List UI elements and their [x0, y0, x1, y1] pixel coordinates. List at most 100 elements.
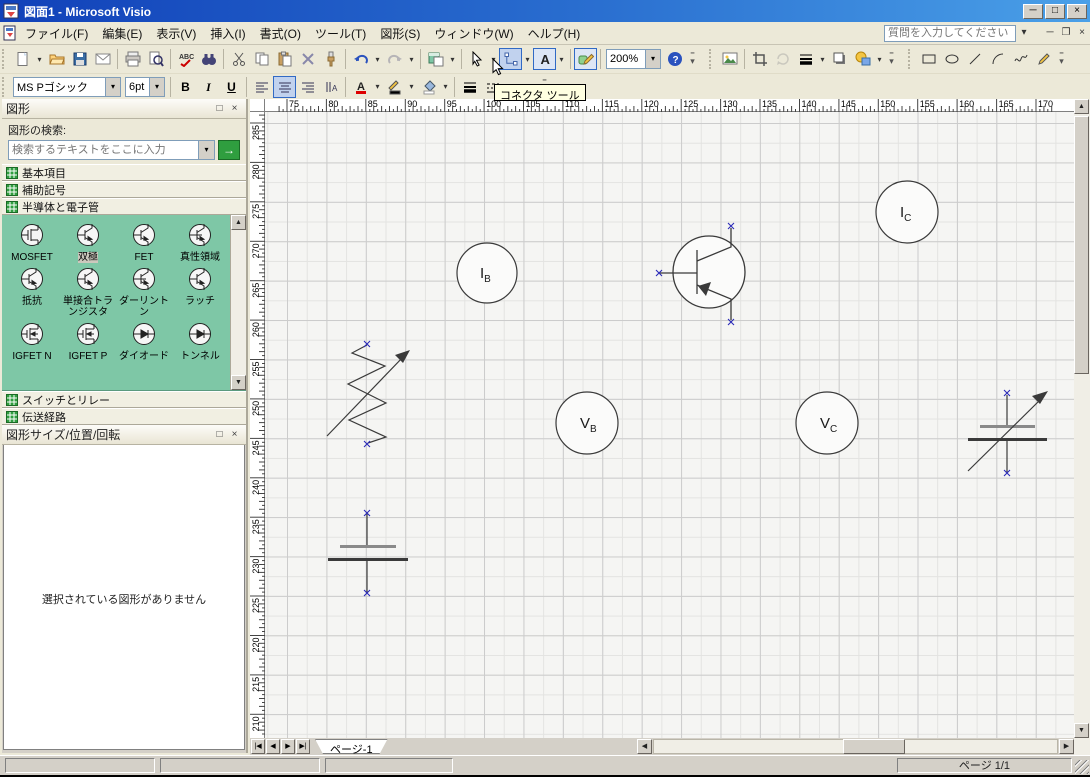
master-FET[interactable]: FET — [116, 219, 172, 263]
redo-dropdown-icon[interactable]: ▾ — [406, 48, 417, 70]
menu-0[interactable]: ファイル(F) — [18, 22, 95, 45]
menu-6[interactable]: 図形(S) — [373, 22, 427, 45]
master-抵抗[interactable]: 抵抗 — [4, 263, 60, 318]
underline-button[interactable]: U — [220, 76, 243, 98]
vertical-scroll-thumb[interactable] — [1074, 116, 1089, 374]
toolbar-options-icon[interactable]: ━▾ — [686, 48, 699, 70]
zoom-combo[interactable]: 200% ▾ — [606, 49, 661, 69]
line-tool-button[interactable] — [963, 48, 986, 70]
scroll-right-icon[interactable]: ▶ — [1059, 739, 1074, 754]
bold-button[interactable]: B — [174, 76, 197, 98]
menu-4[interactable]: 書式(O) — [253, 22, 308, 45]
close-button[interactable]: × — [1067, 3, 1087, 19]
drawing-page[interactable]: IB IC VB VC — [265, 112, 1074, 738]
print-preview-button[interactable] — [144, 48, 167, 70]
line-weight-pic-button[interactable] — [794, 48, 817, 70]
page-tab[interactable]: ページ-1 — [315, 739, 388, 754]
menu-8[interactable]: ヘルプ(H) — [521, 22, 588, 45]
pointer-tool-button[interactable] — [465, 48, 488, 70]
connector-tool-dropdown-icon[interactable]: ▾ — [522, 48, 533, 70]
redo-button[interactable] — [383, 48, 406, 70]
crop-button[interactable] — [748, 48, 771, 70]
shapes-panel-float-button[interactable]: □ — [212, 102, 227, 116]
stencils-button[interactable] — [424, 48, 447, 70]
vertical-scrollbar[interactable]: ▲ ▼ — [1074, 99, 1090, 755]
doc-restore-button[interactable]: ❐ — [1058, 26, 1074, 41]
maximize-button[interactable]: □ — [1045, 3, 1065, 19]
master-真性領域[interactable]: 真性領域 — [172, 219, 228, 263]
drawing-tool-button[interactable] — [574, 48, 597, 70]
rectangle-tool-button[interactable] — [917, 48, 940, 70]
master-ダイオード[interactable]: ダイオード — [116, 318, 172, 362]
spelling-button[interactable]: ABC — [174, 48, 197, 70]
category-2[interactable]: 半導体と電子管 — [2, 198, 246, 215]
shape-bipolar-transistor[interactable] — [660, 228, 746, 320]
help-button[interactable]: ? — [663, 48, 686, 70]
font-color-dropdown-icon[interactable]: ▾ — [372, 76, 383, 98]
fill-color-dropdown-icon[interactable]: ▾ — [440, 76, 451, 98]
open-button[interactable] — [45, 48, 68, 70]
master-ラッチ[interactable]: ラッチ — [172, 263, 228, 318]
shape-capacitor[interactable] — [328, 513, 408, 593]
save-button[interactable] — [68, 48, 91, 70]
font-size-combo[interactable]: 6pt ▾ — [125, 76, 165, 97]
font-combo[interactable]: MS Pゴシック ▾ — [13, 76, 121, 97]
fill-style-dropdown-icon[interactable]: ▾ — [874, 48, 885, 70]
category-3[interactable]: スイッチとリレー — [2, 391, 246, 408]
shape-search-input[interactable] — [8, 140, 198, 160]
master-IGFET P[interactable]: IGFET P — [60, 318, 116, 362]
font-color-button[interactable]: A — [349, 76, 372, 98]
toolbar-options-icon[interactable]: ━▾ — [1055, 48, 1068, 70]
master-MOSFET[interactable]: MOSFET — [4, 219, 60, 263]
stencil-scrollbar[interactable]: ▲ ▼ — [230, 215, 246, 390]
size-panel-float-button[interactable]: □ — [212, 428, 227, 442]
circle-shape-IB[interactable]: IB — [456, 242, 518, 304]
minimize-button[interactable]: ─ — [1023, 3, 1043, 19]
stencil-scroll-up-icon[interactable]: ▲ — [231, 215, 246, 230]
menu-1[interactable]: 編集(E) — [95, 22, 149, 45]
mail-button[interactable] — [91, 48, 114, 70]
paste-button[interactable] — [273, 48, 296, 70]
shape-variable-capacitor[interactable] — [967, 391, 1048, 472]
master-ダーリントン[interactable]: ダーリントン — [116, 263, 172, 318]
copy-button[interactable] — [250, 48, 273, 70]
shapes-panel-close-button[interactable]: × — [227, 102, 242, 116]
zoom-dropdown-icon[interactable]: ▾ — [645, 50, 660, 68]
prev-page-button[interactable]: ◀ — [266, 739, 280, 754]
menu-3[interactable]: 挿入(I) — [203, 22, 252, 45]
category-0[interactable]: 基本項目 — [2, 164, 246, 181]
circle-shape-VC[interactable]: VC — [795, 391, 859, 455]
fill-style-button[interactable] — [851, 48, 874, 70]
last-page-button[interactable]: ▶| — [296, 739, 310, 754]
new-button[interactable] — [11, 48, 34, 70]
circle-shape-VB[interactable]: VB — [555, 391, 619, 455]
master-IGFET N[interactable]: IGFET N — [4, 318, 60, 362]
category-1[interactable]: 補助記号 — [2, 181, 246, 198]
text-vertical-button[interactable]: A — [319, 76, 342, 98]
master-双極[interactable]: 双極 — [60, 219, 116, 263]
scroll-left-icon[interactable]: ◀ — [637, 739, 652, 754]
align-left-button[interactable] — [250, 76, 273, 98]
search-button[interactable] — [197, 48, 220, 70]
first-page-button[interactable]: |◀ — [251, 739, 265, 754]
font-size-dropdown-icon[interactable]: ▾ — [149, 77, 164, 96]
insert-picture-button[interactable] — [718, 48, 741, 70]
stencil-scroll-down-icon[interactable]: ▼ — [231, 375, 246, 390]
arc-tool-button[interactable] — [986, 48, 1009, 70]
doc-close-button[interactable]: × — [1074, 26, 1090, 41]
line-color-button[interactable] — [383, 76, 406, 98]
shape-search-go-button[interactable]: → — [218, 140, 240, 160]
font-dropdown-icon[interactable]: ▾ — [105, 77, 120, 96]
print-button[interactable] — [121, 48, 144, 70]
line-weight-pic-dropdown-icon[interactable]: ▾ — [817, 48, 828, 70]
fill-color-button[interactable] — [417, 76, 440, 98]
toolbar-options-icon[interactable]: ━▾ — [885, 48, 898, 70]
size-panel-close-button[interactable]: × — [227, 428, 242, 442]
line-color-dropdown-icon[interactable]: ▾ — [406, 76, 417, 98]
resize-grip[interactable] — [1075, 760, 1089, 774]
text-tool-dropdown-icon[interactable]: ▾ — [556, 48, 567, 70]
freeform-tool-button[interactable] — [1009, 48, 1032, 70]
menu-7[interactable]: ウィンドウ(W) — [427, 22, 520, 45]
question-input[interactable] — [884, 24, 1016, 42]
horizontal-scrollbar[interactable]: ◀ ▶ — [637, 739, 1074, 755]
